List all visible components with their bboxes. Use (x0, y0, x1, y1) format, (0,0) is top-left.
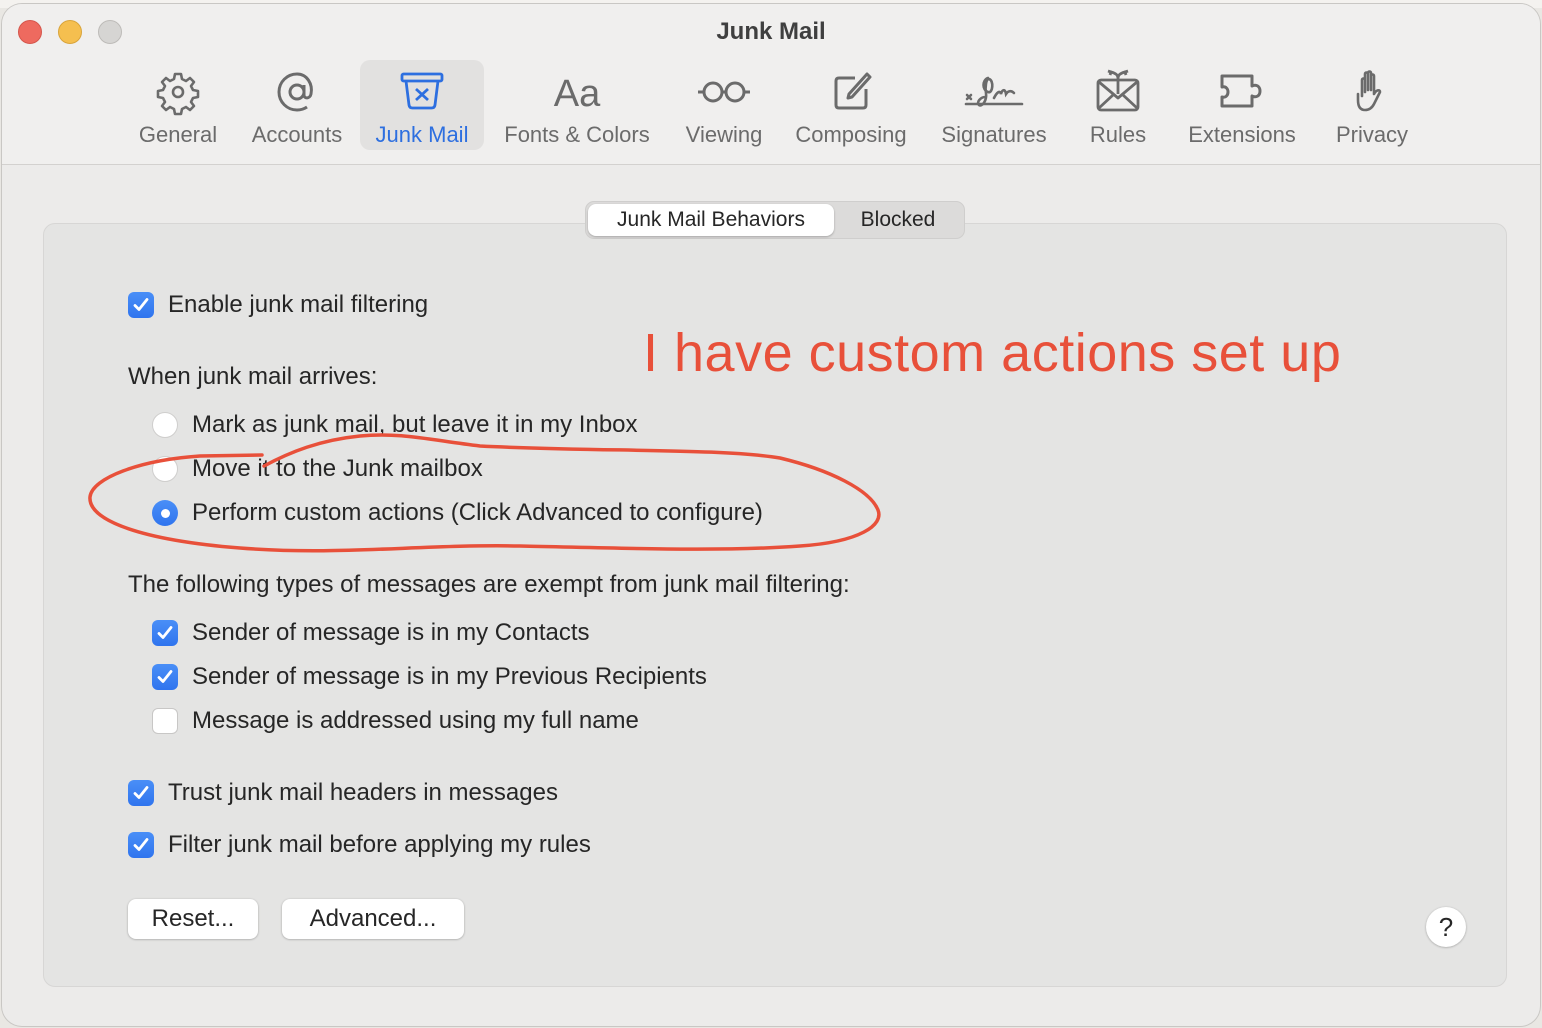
radio-label: Perform custom actions (Click Advanced t… (192, 499, 763, 526)
advanced-button[interactable]: Advanced... (282, 899, 464, 939)
hand-icon (1356, 70, 1382, 112)
tab-accounts[interactable]: Accounts (242, 60, 352, 150)
tab-label: Privacy (1335, 122, 1409, 147)
radio-label: Move it to the Junk mailbox (192, 455, 483, 482)
checkbox-label: Filter junk mail before applying my rule… (168, 831, 591, 858)
toolbar: Junk Mail General Accounts Junk Mail Aa … (2, 4, 1540, 165)
exempt-contacts-row[interactable]: Sender of message is in my Contacts (152, 619, 590, 647)
tab-fonts-colors[interactable]: Aa Fonts & Colors (494, 60, 660, 150)
arrival-option-custom-actions[interactable]: Perform custom actions (Click Advanced t… (152, 499, 763, 527)
segment-junk-mail-behaviors[interactable]: Junk Mail Behaviors (588, 204, 834, 236)
checkmark-icon (133, 786, 149, 799)
checkmark-icon (133, 298, 149, 311)
filter-before-rules-row[interactable]: Filter junk mail before applying my rule… (128, 831, 591, 859)
exempt-full-name-checkbox[interactable] (152, 708, 178, 734)
tab-label: General (138, 122, 218, 147)
radio-button-selected[interactable] (152, 500, 178, 526)
radio-button[interactable] (152, 412, 178, 438)
gear-icon (156, 72, 200, 116)
tab-rules[interactable]: Rules (1074, 60, 1162, 150)
help-button[interactable]: ? (1426, 907, 1466, 947)
tab-label: Signatures (941, 122, 1047, 147)
annotation-text: I have custom actions set up (643, 323, 1342, 383)
puzzle-icon (1220, 74, 1262, 108)
checkbox-label: Sender of message is in my Contacts (192, 619, 590, 646)
checkmark-icon (157, 626, 173, 639)
exempt-contacts-checkbox[interactable] (152, 620, 178, 646)
tab-label: Accounts (251, 122, 343, 147)
tab-label: Fonts & Colors (504, 122, 650, 147)
tab-label: Extensions (1188, 122, 1296, 147)
compose-icon (834, 72, 872, 110)
checkbox-label: Trust junk mail headers in messages (168, 779, 558, 806)
segment-blocked[interactable]: Blocked (834, 204, 962, 236)
signature-icon (964, 76, 1024, 107)
enable-filtering-label: Enable junk mail filtering (168, 291, 429, 318)
tab-label: Viewing (685, 122, 763, 147)
enable-filtering-checkbox[interactable] (128, 292, 154, 318)
exempt-previous-recipients-checkbox[interactable] (152, 664, 178, 690)
enable-filtering-row[interactable]: Enable junk mail filtering (128, 291, 428, 319)
exempt-previous-recipients-row[interactable]: Sender of message is in my Previous Reci… (152, 663, 707, 691)
tab-composing[interactable]: Composing (786, 60, 916, 150)
checkbox-label: Sender of message is in my Previous Reci… (192, 663, 707, 690)
junk-bin-icon (400, 72, 444, 110)
tab-extensions[interactable]: Extensions (1178, 60, 1306, 150)
arrival-heading: When junk mail arrives: (128, 363, 378, 390)
envelope-arrows-icon (1096, 69, 1140, 112)
tab-signatures[interactable]: Signatures (930, 60, 1058, 150)
reset-button[interactable]: Reset... (128, 899, 258, 939)
tab-general[interactable]: General (128, 60, 228, 150)
tab-label: Rules (1089, 122, 1147, 147)
radio-label: Mark as junk mail, but leave it in my In… (192, 411, 638, 438)
exempt-full-name-row[interactable]: Message is addressed using my full name (152, 707, 639, 735)
arrival-option-mark-junk[interactable]: Mark as junk mail, but leave it in my In… (152, 411, 638, 439)
trust-headers-row[interactable]: Trust junk mail headers in messages (128, 779, 558, 807)
checkmark-icon (133, 838, 149, 851)
arrival-option-move-junk[interactable]: Move it to the Junk mailbox (152, 455, 483, 483)
checkbox-label: Message is addressed using my full name (192, 707, 639, 734)
trust-headers-checkbox[interactable] (128, 780, 154, 806)
checkmark-icon (157, 670, 173, 683)
filter-before-rules-checkbox[interactable] (128, 832, 154, 858)
tab-label: Junk Mail (375, 122, 469, 147)
tab-junk-mail[interactable]: Junk Mail (360, 60, 484, 150)
segmented-control: Junk Mail Behaviors Blocked (585, 201, 965, 239)
tab-viewing[interactable]: Viewing (674, 60, 774, 150)
tab-privacy[interactable]: Privacy (1322, 60, 1422, 150)
exempt-heading: The following types of messages are exem… (128, 571, 850, 598)
glasses-icon (698, 81, 750, 103)
window-title: Junk Mail (716, 18, 826, 45)
radio-button[interactable] (152, 456, 178, 482)
preference-tabs: General Accounts Junk Mail Aa Fonts & Co… (2, 60, 1540, 150)
at-sign-icon (277, 72, 313, 112)
svg-text:Aa: Aa (554, 73, 601, 115)
tab-label: Composing (795, 122, 907, 147)
font-aa-icon: Aa (554, 73, 601, 115)
